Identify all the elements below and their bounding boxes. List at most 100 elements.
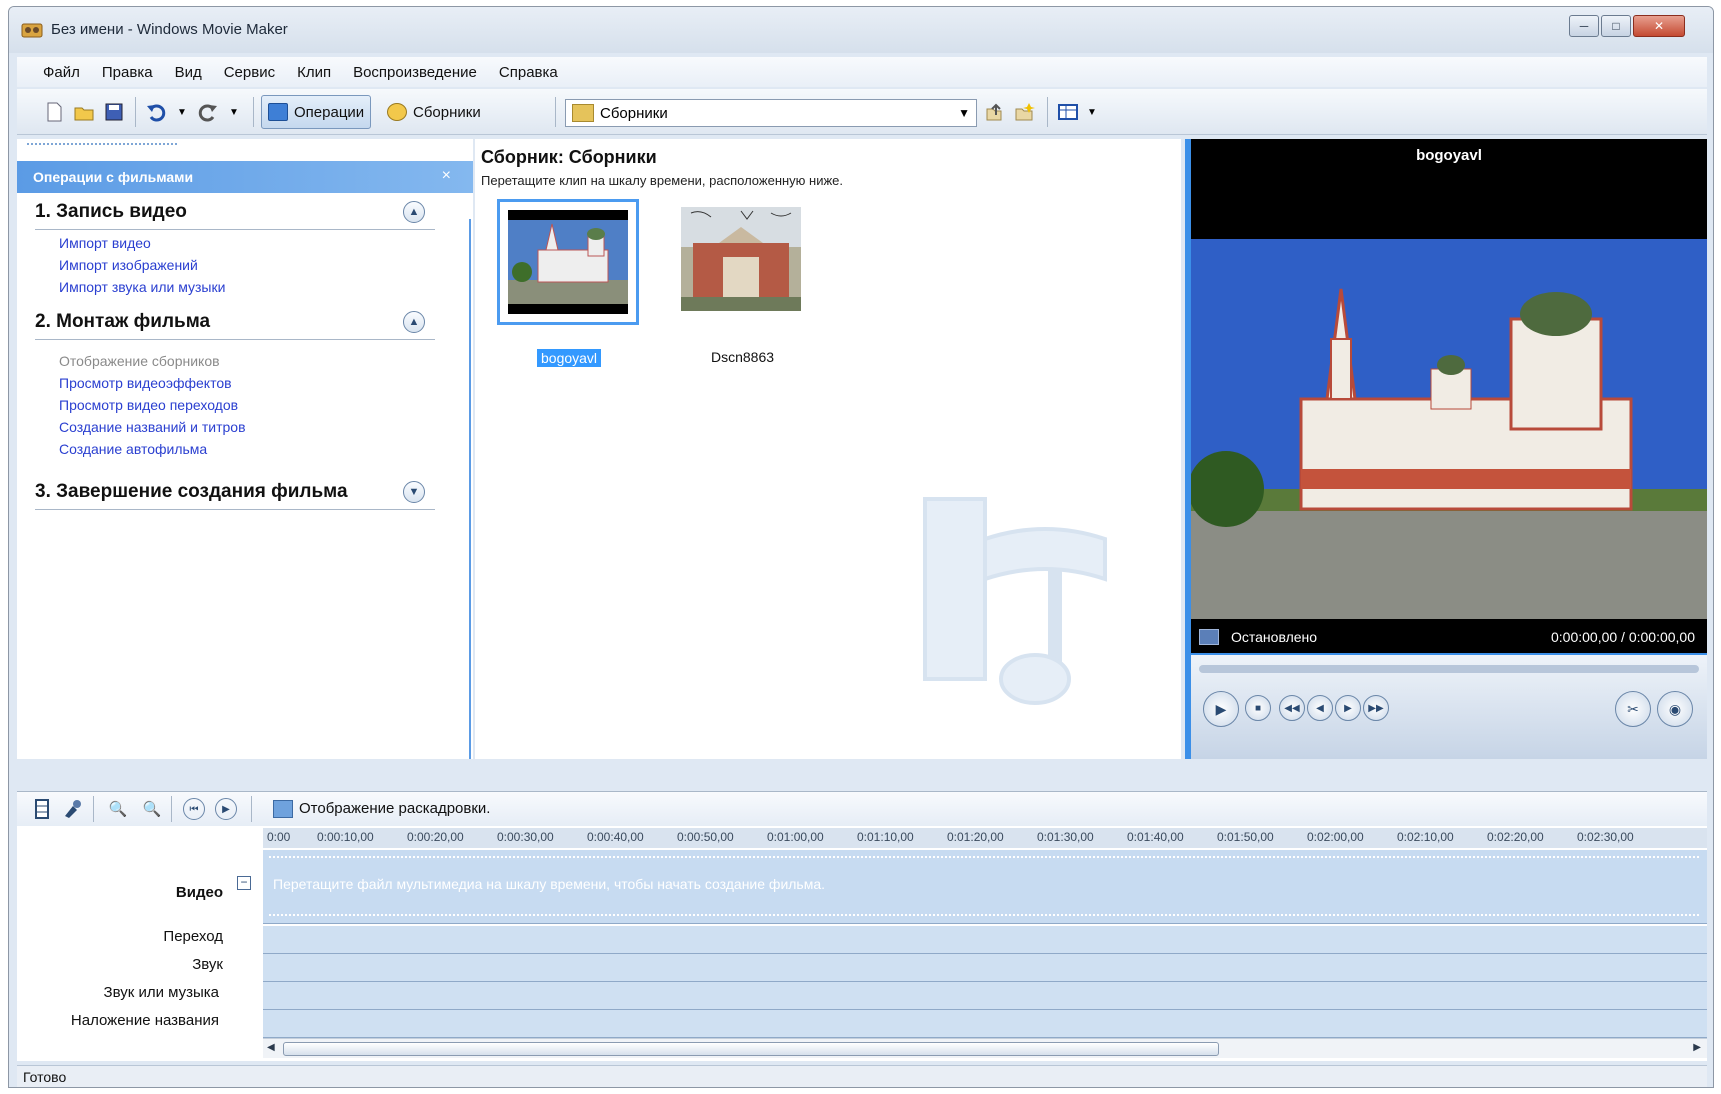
play-icon[interactable]: ▶ <box>1203 691 1239 727</box>
collections-button[interactable]: Сборники <box>381 95 487 129</box>
clip-thumbnail[interactable] <box>497 199 639 325</box>
ruler-tick: 0:01:40,00 <box>1127 830 1184 844</box>
task-show-collections: Отображение сборников <box>59 353 220 369</box>
monitor-icon <box>1199 629 1219 645</box>
zoom-in-icon[interactable]: 🔍 <box>107 798 129 820</box>
task-view-effects[interactable]: Просмотр видеоэффектов <box>59 375 232 391</box>
rewind-timeline-icon[interactable]: ⏮ <box>183 798 205 820</box>
tasks-pane-title: Операции с фильмами <box>33 169 194 185</box>
scroll-left-icon[interactable]: ◀ <box>267 1042 275 1053</box>
menu-bar: Файл Правка Вид Сервис Клип Воспроизведе… <box>17 57 1707 87</box>
ruler-tick: 0:02:20,00 <box>1487 830 1544 844</box>
redo-icon[interactable] <box>197 101 219 123</box>
collapse-section-icon[interactable]: ▲ <box>403 311 425 333</box>
menu-help[interactable]: Справка <box>499 64 558 81</box>
menu-clip[interactable]: Клип <box>297 64 331 81</box>
undo-icon[interactable] <box>145 101 167 123</box>
task-import-pictures[interactable]: Импорт изображений <box>59 257 198 273</box>
pane-grip[interactable] <box>27 143 177 146</box>
preview-title: bogoyavl <box>1416 147 1482 164</box>
expand-section-icon[interactable]: ▼ <box>403 481 425 503</box>
ruler-tick: 0:01:20,00 <box>947 830 1004 844</box>
collection-title: Сборник: Сборники <box>481 147 657 167</box>
rewind-icon[interactable]: ◀ <box>1307 695 1333 721</box>
new-project-icon[interactable] <box>43 101 65 123</box>
minimize-button[interactable]: ─ <box>1569 15 1599 37</box>
collection-select-value: Сборники <box>600 104 668 122</box>
new-collection-icon[interactable] <box>1013 101 1035 123</box>
section-capture-title[interactable]: 1. Запись видео <box>35 201 187 223</box>
collapse-section-icon[interactable]: ▲ <box>403 201 425 223</box>
menu-file[interactable]: Файл <box>43 64 80 81</box>
maximize-button[interactable]: □ <box>1601 15 1631 37</box>
zoom-out-icon[interactable]: 🔍 <box>141 798 163 820</box>
seek-bar[interactable] <box>1199 665 1699 673</box>
audio-music-track[interactable] <box>263 982 1707 1010</box>
audio-track[interactable] <box>263 954 1707 982</box>
collection-select[interactable]: Сборники ▼ <box>565 99 977 127</box>
open-project-icon[interactable] <box>73 101 95 123</box>
ruler-tick: 0:00 <box>267 830 291 844</box>
menu-view[interactable]: Вид <box>175 64 202 81</box>
next-frame-icon[interactable]: ▶▶ <box>1363 695 1389 721</box>
scrollbar-thumb[interactable] <box>283 1042 1219 1056</box>
section-finish-title[interactable]: 3. Завершение создания фильма <box>35 481 348 503</box>
ruler-tick: 0:00:40,00 <box>587 830 644 844</box>
close-tasks-pane-icon[interactable]: × <box>442 167 451 185</box>
menu-tools[interactable]: Сервис <box>224 64 275 81</box>
task-make-automovie[interactable]: Создание автофильма <box>59 441 207 457</box>
collection-pane: Сборник: Сборники Перетащите клип на шка… <box>475 139 1181 759</box>
clip-name[interactable]: bogoyavl <box>537 349 602 367</box>
narrate-timeline-icon[interactable] <box>61 798 83 820</box>
ruler-tick: 0:01:30,00 <box>1037 830 1094 844</box>
ruler-tick: 0:02:30,00 <box>1577 830 1634 844</box>
operations-button[interactable]: Операции <box>261 95 372 129</box>
collection-hint: Перетащите клип на шкалу времени, распол… <box>481 173 844 188</box>
redo-dropdown-icon[interactable]: ▼ <box>223 101 245 123</box>
preview-monitor: bogoyavl Остановлено 0:00:00,00 / 0:00:0… <box>1185 139 1707 759</box>
clip-name[interactable]: Dscn8863 <box>711 349 774 365</box>
ruler-tick: 0:02:10,00 <box>1397 830 1454 844</box>
status-bar: Готово <box>17 1065 1707 1087</box>
view-mode-icon[interactable] <box>1057 101 1079 123</box>
save-project-icon[interactable] <box>103 101 125 123</box>
title-bar[interactable]: Без имени - Windows Movie Maker ─ □ ✕ <box>9 7 1713 53</box>
task-make-titles[interactable]: Создание названий и титров <box>59 419 246 435</box>
show-storyboard-icon[interactable] <box>273 800 293 818</box>
split-clip-icon[interactable]: ✂ <box>1615 691 1651 727</box>
play-timeline-icon[interactable]: ▶ <box>215 798 237 820</box>
scroll-right-icon[interactable]: ▶ <box>1693 1042 1701 1053</box>
operations-icon <box>268 103 288 121</box>
task-import-video[interactable]: Импорт видео <box>59 235 151 251</box>
transition-track[interactable] <box>263 926 1707 954</box>
menu-edit[interactable]: Правка <box>102 64 153 81</box>
pane-divider[interactable] <box>469 219 471 759</box>
close-button[interactable]: ✕ <box>1633 15 1685 37</box>
chevron-down-icon: ▼ <box>958 106 970 120</box>
task-import-audio[interactable]: Импорт звука или музыки <box>59 279 225 295</box>
preview-frame-image <box>1191 239 1707 619</box>
video-track[interactable]: Перетащите файл мультимедиа на шкалу вре… <box>263 850 1707 924</box>
timeline-pane: 🔍 🔍 ⏮ ▶ Отображение раскадровки. 0:00 0:… <box>17 791 1707 1061</box>
task-view-transitions[interactable]: Просмотр видео переходов <box>59 397 238 413</box>
time-ruler[interactable]: 0:00 0:00:10,00 0:00:20,00 0:00:30,00 0:… <box>263 828 1707 848</box>
undo-dropdown-icon[interactable]: ▼ <box>171 101 193 123</box>
fast-forward-icon[interactable]: ▶ <box>1335 695 1361 721</box>
menu-playback[interactable]: Воспроизведение <box>353 64 477 81</box>
timeline-scrollbar[interactable]: ◀ ▶ <box>263 1038 1707 1058</box>
playback-time: 0:00:00,00 / 0:00:00,00 <box>1550 629 1695 645</box>
section-edit-title[interactable]: 2. Монтаж фильма <box>35 311 210 333</box>
take-snapshot-icon[interactable]: ◉ <box>1657 691 1693 727</box>
storyboard-icon[interactable] <box>31 798 53 820</box>
clip-thumbnail[interactable] <box>673 199 815 325</box>
section-divider <box>35 229 435 230</box>
title-overlay-track[interactable] <box>263 1010 1707 1038</box>
stop-icon[interactable]: ■ <box>1245 695 1271 721</box>
previous-frame-icon[interactable]: ◀◀ <box>1279 695 1305 721</box>
collapse-track-icon[interactable]: − <box>237 876 251 890</box>
show-storyboard-button[interactable]: Отображение раскадровки. <box>299 800 490 817</box>
clip-thumbnail-image <box>508 210 628 314</box>
up-level-icon[interactable] <box>983 101 1005 123</box>
view-mode-dropdown-icon[interactable]: ▼ <box>1081 101 1103 123</box>
ruler-tick: 0:01:50,00 <box>1217 830 1274 844</box>
